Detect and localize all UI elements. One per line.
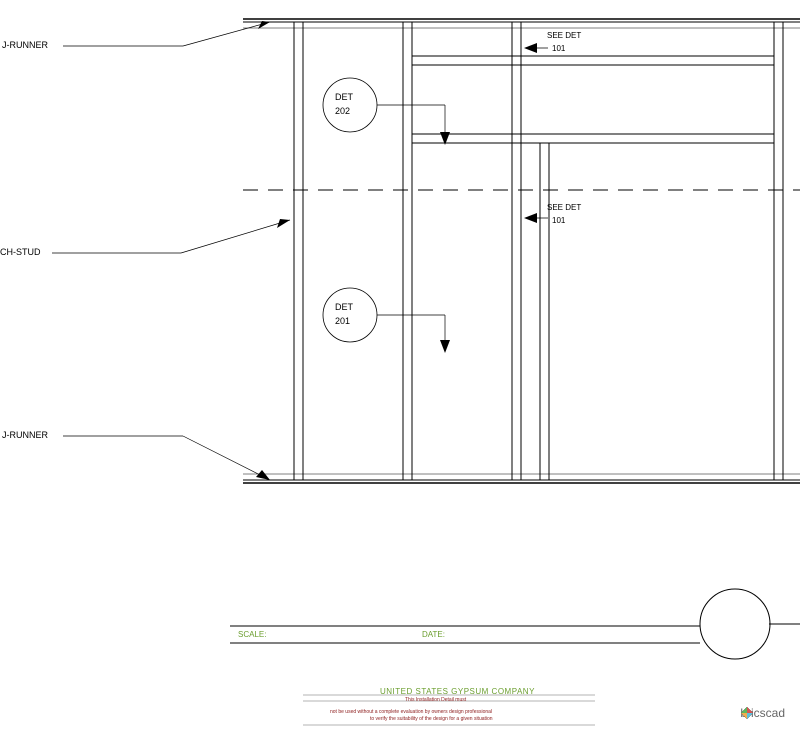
ch-stud-label: CH-STUD xyxy=(0,247,41,257)
det-201-num: 201 xyxy=(335,316,350,326)
det-202-label: DET xyxy=(335,92,353,102)
footer-line1: This Installation Detail must xyxy=(405,697,466,703)
see-det-bottom-num: 101 xyxy=(552,216,565,225)
bricscad-icon xyxy=(740,706,754,720)
date-label: DATE: xyxy=(422,630,445,639)
bricscad-watermark: bricscad xyxy=(740,706,785,720)
j-runner-bottom-label: J-RUNNER xyxy=(2,430,48,440)
see-det-top-num: 101 xyxy=(552,44,565,53)
cad-drawing: J-RUNNER CH-STUD J-RUNNER DET 202 DET 20… xyxy=(0,0,800,735)
footer-company: UNITED STATES GYPSUM COMPANY xyxy=(380,687,535,696)
det-202-num: 202 xyxy=(335,106,350,116)
scale-label: SCALE: xyxy=(238,630,266,639)
det-201-label: DET xyxy=(335,302,353,312)
footer-line2: not be used without a complete evaluatio… xyxy=(330,709,492,715)
footer-line3: to verify the suitability of the design … xyxy=(370,716,493,722)
j-runner-top-label: J-RUNNER xyxy=(2,40,48,50)
see-det-bottom-label: SEE DET xyxy=(547,203,581,212)
see-det-top-label: SEE DET xyxy=(547,31,581,40)
drawing-svg xyxy=(0,0,800,735)
